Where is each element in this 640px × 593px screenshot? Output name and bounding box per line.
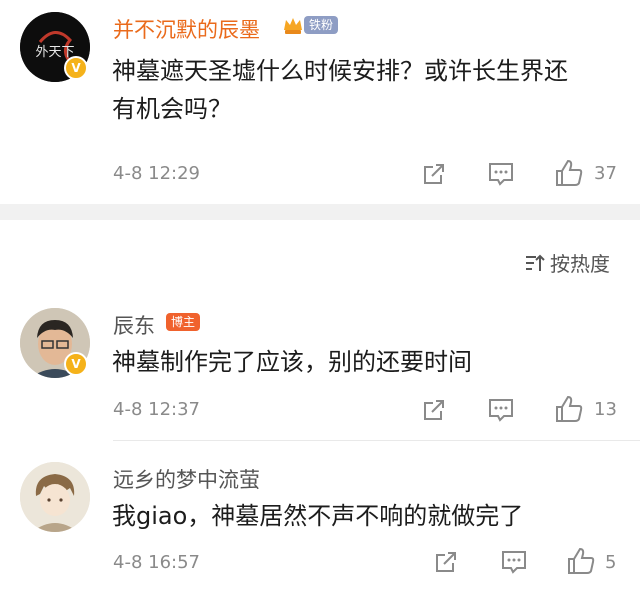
like-icon[interactable]	[554, 158, 584, 188]
like-count: 13	[594, 399, 617, 420]
share-icon[interactable]	[421, 161, 447, 187]
sort-label: 按热度	[550, 252, 610, 276]
comment-time: 4-8 12:29	[113, 163, 200, 184]
comment-text: 我giao，神墓居然不声不响的就做完了	[112, 502, 524, 530]
fan-badge: 铁粉	[304, 16, 339, 34]
comment-text-line: 有机会吗？	[112, 95, 232, 123]
avatar[interactable]	[20, 462, 90, 532]
verified-icon: V	[64, 352, 88, 376]
username[interactable]: 并不沉默的辰墨	[113, 14, 260, 44]
comment-text: 神墓遮天圣墟什么时候安排？或许长生界还 有机会吗？	[112, 52, 632, 128]
comment-divider	[113, 440, 640, 441]
like-count: 37	[594, 163, 617, 184]
comment-icon[interactable]	[487, 161, 515, 187]
comment-time: 4-8 16:57	[113, 552, 200, 573]
verified-icon: V	[64, 56, 88, 80]
sort-icon	[524, 252, 546, 274]
section-divider	[0, 204, 640, 220]
share-icon[interactable]	[421, 397, 447, 423]
like-count: 5	[605, 552, 617, 573]
avatar-image	[20, 462, 90, 532]
username[interactable]: 辰东	[113, 310, 155, 340]
comment-text-line: 神墓遮天圣墟什么时候安排？或许长生界还	[112, 57, 568, 85]
comment-time: 4-8 12:37	[113, 399, 200, 420]
like-icon[interactable]	[566, 546, 596, 576]
crown-icon	[282, 14, 304, 36]
sort-button[interactable]: 按热度	[524, 248, 610, 277]
comment-icon[interactable]	[500, 549, 528, 575]
username[interactable]: 远乡的梦中流萤	[113, 464, 260, 494]
comment-icon[interactable]	[487, 397, 515, 423]
share-icon[interactable]	[433, 549, 459, 575]
host-badge: 博主	[166, 313, 201, 331]
comment-text: 神墓制作完了应该，别的还要时间	[112, 348, 472, 376]
like-icon[interactable]	[554, 394, 584, 424]
